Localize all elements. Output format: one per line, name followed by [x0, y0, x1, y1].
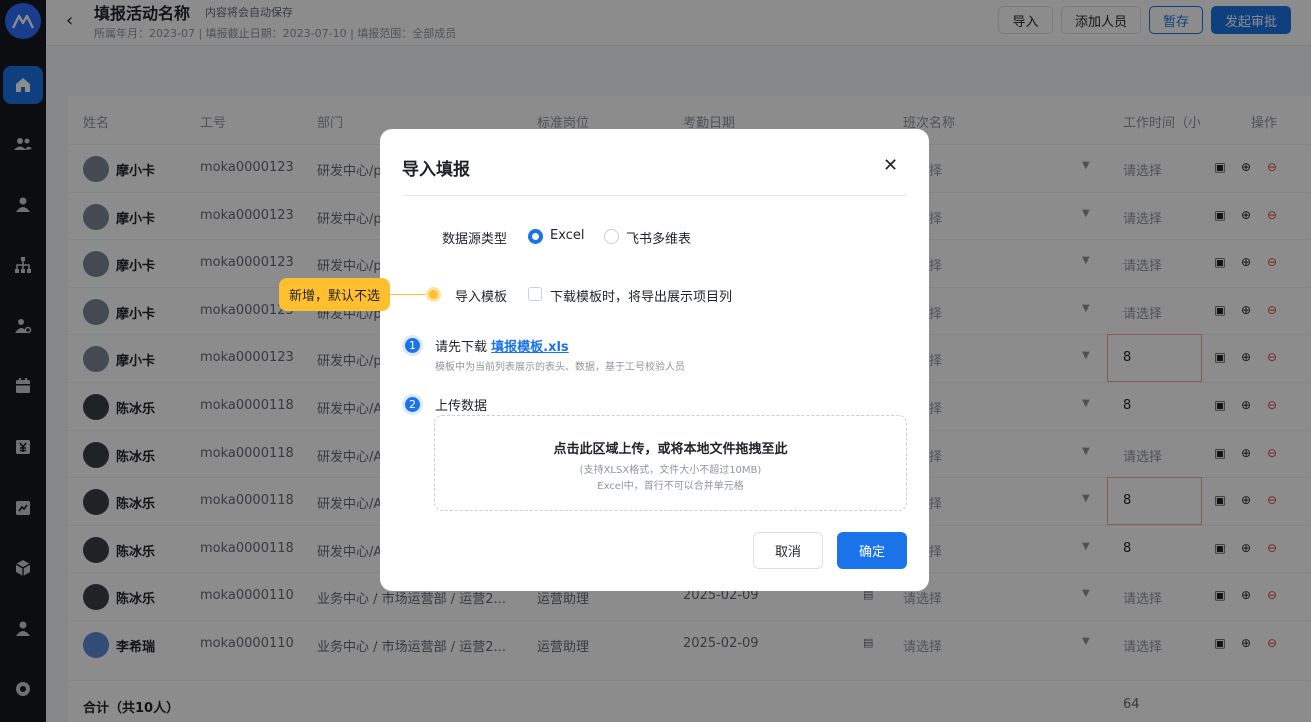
template-label: 导入模板 — [455, 290, 508, 305]
template-checkbox[interactable] — [528, 287, 542, 301]
modal-title: 导入填报 — [402, 160, 470, 180]
radio-feishu[interactable] — [604, 229, 619, 244]
step-1-hint: 模板中为当前列表展示的表头、数据，基于工号校验人员 — [435, 362, 685, 373]
upload-merge-hint: Excel中，首行不可以合并单元格 — [597, 481, 744, 492]
confirm-button[interactable]: 确定 — [837, 532, 907, 569]
radio-excel-label[interactable]: Excel — [550, 228, 584, 243]
annotation-dot — [426, 287, 441, 302]
source-type-label: 数据源类型 — [442, 232, 508, 247]
cancel-button[interactable]: 取消 — [753, 532, 823, 569]
template-download-link[interactable]: 填报模板.xls — [491, 340, 569, 355]
step-2-badge: 2 — [402, 394, 423, 415]
step-1-badge: 1 — [402, 335, 423, 356]
upload-main-text: 点击此区域上传，或将本地文件拖拽至此 — [553, 442, 788, 457]
step-1-prefix: 请先下载 — [435, 340, 488, 355]
annotation-connector — [390, 294, 428, 295]
step-2-label: 上传数据 — [435, 399, 488, 414]
import-modal: 导入填报 ✕ 数据源类型 Excel 飞书多维表 导入模板 下载模板时，将导出展… — [380, 129, 929, 591]
radio-feishu-label[interactable]: 飞书多维表 — [626, 228, 691, 247]
upload-format-hint: (支持XLSX格式，文件大小不超过10MB) — [579, 465, 762, 476]
step-1-text: 请先下载 填报模板.xls — [435, 336, 569, 355]
annotation-callout: 新增，默认不选 — [279, 278, 390, 311]
close-icon[interactable]: ✕ — [883, 155, 898, 176]
template-checkbox-label[interactable]: 下载模板时，将导出展示项目列 — [550, 286, 732, 305]
upload-dropzone[interactable]: 点击此区域上传，或将本地文件拖拽至此 (支持XLSX格式，文件大小不超过10MB… — [434, 415, 907, 511]
radio-excel[interactable] — [528, 229, 543, 244]
modal-divider — [402, 195, 907, 196]
